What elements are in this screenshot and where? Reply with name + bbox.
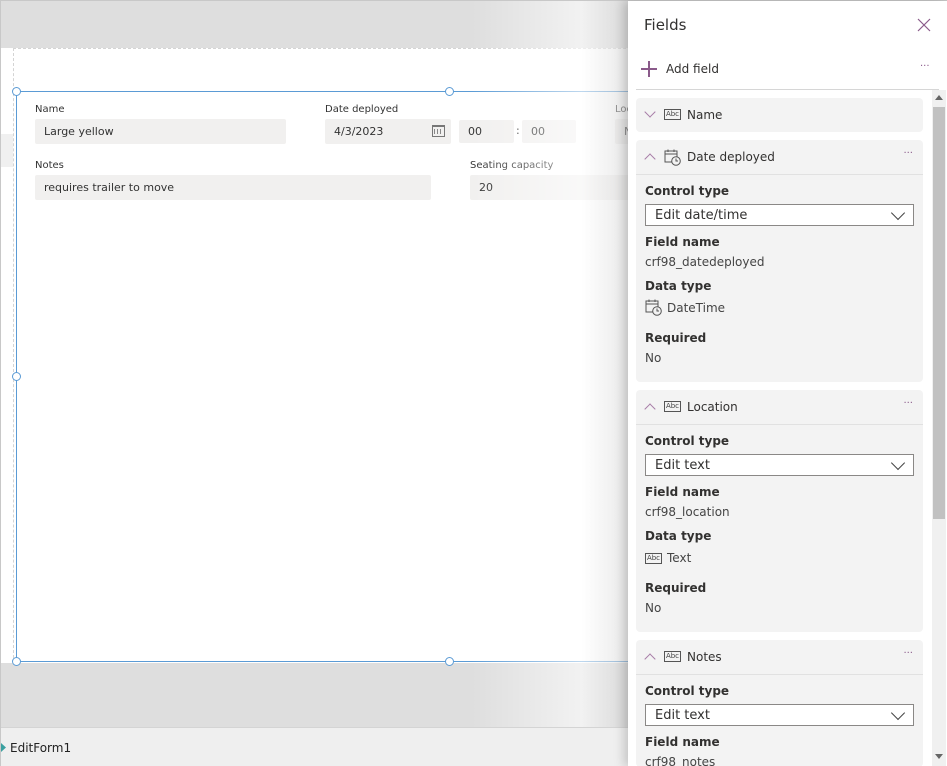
control-type-value: Edit text bbox=[655, 457, 710, 473]
resize-handle-bottom-left[interactable] bbox=[12, 657, 21, 666]
control-type-value: Edit date/time bbox=[655, 207, 748, 223]
required-value: No bbox=[645, 351, 662, 365]
resize-handle-bottom-center[interactable] bbox=[445, 657, 454, 666]
field-more-icon[interactable]: ··· bbox=[903, 648, 913, 659]
hour-input[interactable]: 00 bbox=[459, 120, 514, 143]
data-type-label: Data type bbox=[645, 529, 712, 543]
chevron-up-icon[interactable] bbox=[644, 153, 656, 165]
field-name-label: Field name bbox=[645, 485, 720, 499]
field-more-icon[interactable]: ··· bbox=[903, 398, 913, 409]
name-label: Name bbox=[35, 104, 65, 115]
field-card-date-deployed: Date deployed ··· Control type Edit date… bbox=[636, 140, 923, 382]
chevron-down-icon[interactable] bbox=[644, 106, 656, 118]
field-name-value: crf98_notes bbox=[645, 755, 716, 766]
data-type-label: Data type bbox=[645, 279, 712, 293]
time-separator: : bbox=[516, 124, 520, 137]
field-card-title: Location bbox=[687, 400, 738, 414]
datetime-icon bbox=[645, 299, 662, 316]
field-card-title: Notes bbox=[687, 650, 722, 664]
date-deployed-label: Date deployed bbox=[325, 104, 399, 115]
seating-capacity-label: Seating capacity bbox=[470, 160, 554, 171]
field-card-location: Abc Location ··· Control type Edit text … bbox=[636, 390, 923, 632]
resize-handle-middle-left[interactable] bbox=[12, 372, 21, 381]
required-label: Required bbox=[645, 331, 707, 345]
date-value: 4/3/2023 bbox=[334, 125, 384, 138]
name-input[interactable]: Large yellow bbox=[35, 119, 286, 144]
field-name-label: Field name bbox=[645, 235, 720, 249]
field-name-label: Field name bbox=[645, 735, 720, 749]
notes-label: Notes bbox=[35, 160, 64, 171]
calendar-icon[interactable] bbox=[432, 125, 445, 137]
field-card-header[interactable]: Abc Name bbox=[636, 98, 923, 133]
add-field-label: Add field bbox=[666, 62, 719, 76]
scroll-down-arrow-icon[interactable] bbox=[935, 754, 943, 759]
datetime-icon bbox=[664, 149, 681, 166]
abc-icon: Abc bbox=[664, 401, 681, 412]
abc-icon: Abc bbox=[645, 552, 662, 564]
form-control-icon bbox=[1, 743, 6, 752]
edit-form[interactable]: Name Large yellow Date deployed 4/3/2023… bbox=[12, 87, 675, 666]
field-card-title: Date deployed bbox=[687, 150, 775, 164]
chevron-down-icon bbox=[890, 205, 906, 221]
plus-icon bbox=[640, 60, 658, 78]
control-type-label: Control type bbox=[645, 184, 730, 198]
notes-input[interactable]: requires trailer to move bbox=[35, 175, 431, 200]
control-type-label: Control type bbox=[645, 684, 730, 698]
chevron-up-icon[interactable] bbox=[644, 653, 656, 665]
fields-panel: Fields Add field ··· Abc Name Date deplo… bbox=[628, 1, 947, 766]
divider bbox=[636, 89, 939, 90]
data-type-value: Text bbox=[667, 551, 692, 565]
field-card-header[interactable]: Abc Location ··· bbox=[636, 390, 923, 425]
data-type-value-row: DateTime bbox=[645, 299, 725, 316]
field-card-header[interactable]: Abc Notes ··· bbox=[636, 640, 923, 675]
scrollbar-thumb[interactable] bbox=[933, 107, 945, 519]
field-name-value: crf98_location bbox=[645, 505, 730, 519]
close-icon[interactable] bbox=[916, 17, 932, 33]
canvas-area: Name Large yellow Date deployed 4/3/2023… bbox=[1, 1, 675, 766]
scroll-up-arrow-icon[interactable] bbox=[935, 95, 943, 100]
field-card-name: Abc Name bbox=[636, 98, 923, 132]
control-type-value: Edit text bbox=[655, 707, 710, 723]
control-type-dropdown[interactable]: Edit date/time bbox=[645, 204, 914, 226]
data-type-value: DateTime bbox=[667, 300, 726, 315]
panel-more-icon[interactable]: ··· bbox=[920, 61, 930, 72]
selected-control-name[interactable]: EditForm1 bbox=[10, 741, 71, 755]
minute-input[interactable]: 00 bbox=[522, 120, 576, 143]
field-name-value: crf98_datedeployed bbox=[645, 255, 765, 269]
control-type-dropdown[interactable]: Edit text bbox=[645, 454, 914, 476]
panel-title: Fields bbox=[644, 16, 687, 34]
chevron-down-icon bbox=[890, 705, 906, 721]
left-band bbox=[1, 134, 13, 167]
resize-handle-top-center[interactable] bbox=[445, 87, 454, 96]
date-deployed-input[interactable]: 4/3/2023 bbox=[325, 119, 451, 144]
control-type-label: Control type bbox=[645, 434, 730, 448]
data-type-value-row: Abc Text bbox=[645, 551, 691, 565]
field-more-icon[interactable]: ··· bbox=[903, 148, 913, 159]
field-card-notes: Abc Notes ··· Control type Edit text Fie… bbox=[636, 640, 923, 766]
required-value: No bbox=[645, 601, 662, 615]
resize-handle-top-left[interactable] bbox=[12, 87, 21, 96]
seating-capacity-input[interactable]: 20 bbox=[470, 175, 650, 200]
required-label: Required bbox=[645, 581, 707, 595]
left-strip bbox=[1, 48, 13, 663]
field-card-header[interactable]: Date deployed ··· bbox=[636, 140, 923, 175]
field-card-title: Name bbox=[687, 108, 723, 122]
control-type-dropdown[interactable]: Edit text bbox=[645, 704, 914, 726]
add-field-button[interactable]: Add field bbox=[640, 59, 719, 79]
chevron-down-icon bbox=[890, 455, 906, 471]
chevron-up-icon[interactable] bbox=[644, 403, 656, 415]
abc-icon: Abc bbox=[664, 651, 681, 662]
status-bar: EditForm1 bbox=[1, 727, 641, 766]
abc-icon: Abc bbox=[664, 109, 681, 120]
